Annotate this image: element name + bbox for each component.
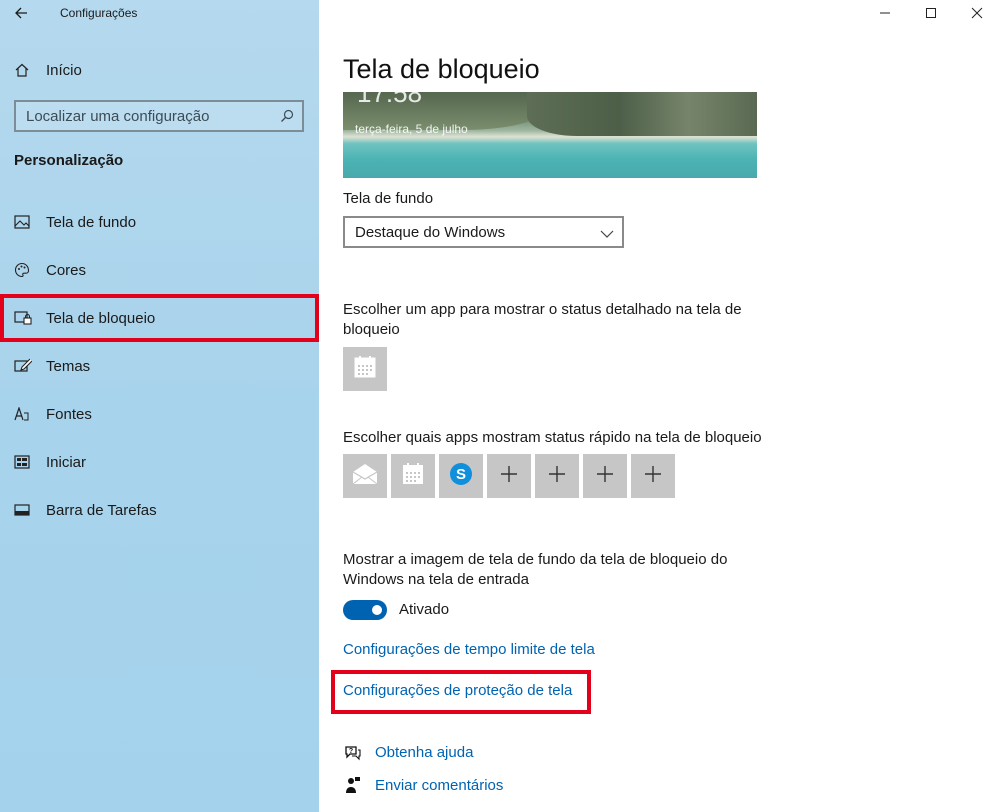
quick-tile-mail[interactable] — [343, 454, 387, 498]
preview-cliff — [527, 92, 757, 136]
help-chat-icon: ? — [343, 745, 363, 761]
main-content: Tela de bloqueio 17:58 terça-feira, 5 de… — [331, 0, 983, 812]
search-icon[interactable] — [280, 109, 294, 128]
sidebar-item-background[interactable]: Tela de fundo — [0, 198, 319, 246]
sidebar-item-taskbar[interactable]: Barra de Tarefas — [0, 486, 319, 534]
sidebar-item-label: Tela de bloqueio — [46, 309, 156, 327]
taskbar-icon — [14, 504, 32, 516]
sidebar-item-fonts[interactable]: Fontes — [0, 390, 319, 438]
font-icon — [14, 407, 32, 421]
skype-icon: S — [449, 462, 473, 491]
lock-screen-icon — [14, 311, 32, 325]
svg-text:S: S — [456, 466, 466, 483]
title-bar: Configurações — [0, 0, 319, 26]
get-help-link[interactable]: Obtenha ajuda — [375, 744, 473, 761]
paint-brush-icon — [14, 358, 32, 374]
quick-tile-calendar[interactable] — [391, 454, 435, 498]
search-input[interactable] — [26, 107, 271, 125]
background-label: Tela de fundo — [343, 190, 434, 207]
preview-date: terça-feira, 5 de julho — [355, 122, 468, 136]
sidebar-item-label: Fontes — [46, 405, 92, 423]
show-background-toggle[interactable] — [343, 600, 387, 620]
section-title: Personalização — [14, 152, 124, 169]
quick-tile-add-4[interactable] — [631, 454, 675, 498]
chevron-down-icon — [600, 226, 614, 243]
sidebar-item-label: Iniciar — [46, 453, 87, 471]
quick-status-text: Escolher quais apps mostram status rápid… — [343, 429, 762, 446]
plus-icon — [548, 465, 566, 488]
lock-screen-preview: 17:58 terça-feira, 5 de julho — [343, 92, 757, 178]
palette-icon — [14, 262, 32, 278]
quick-tile-add-2[interactable] — [535, 454, 579, 498]
sidebar-item-start[interactable]: Iniciar — [0, 438, 319, 486]
sidebar-item-label: Barra de Tarefas — [46, 501, 157, 519]
plus-icon — [500, 465, 518, 488]
background-select[interactable]: Destaque do Windows — [343, 216, 624, 248]
screensaver-settings-link[interactable]: Configurações de proteção de tela — [343, 682, 572, 699]
home-label: Início — [46, 61, 82, 79]
sidebar-item-lock-screen[interactable]: Tela de bloqueio — [0, 294, 319, 342]
app-title: Configurações — [60, 6, 138, 20]
nav-list: Tela de fundo Cores Tela de bloqueio Tem… — [0, 198, 319, 534]
preview-time: 17:58 — [357, 92, 423, 108]
sidebar: Configurações Início Personalização Tela… — [0, 0, 319, 812]
send-feedback-link[interactable]: Enviar comentários — [375, 777, 503, 794]
sidebar-item-themes[interactable]: Temas — [0, 342, 319, 390]
sidebar-item-label: Temas — [46, 357, 91, 375]
back-button[interactable] — [10, 2, 32, 24]
back-arrow-icon — [15, 7, 27, 19]
plus-icon — [596, 465, 614, 488]
get-help-row[interactable]: ? Obtenha ajuda — [343, 744, 473, 761]
start-menu-icon — [14, 455, 32, 469]
detailed-status-text: Escolher um app para mostrar o status de… — [343, 301, 742, 338]
quick-tile-skype[interactable]: S — [439, 454, 483, 498]
sidebar-item-colors[interactable]: Cores — [0, 246, 319, 294]
sidebar-item-home[interactable]: Início — [14, 58, 82, 82]
sidebar-item-label: Cores — [46, 261, 87, 279]
show-background-text: Mostrar a imagem de tela de fundo da tel… — [343, 551, 728, 588]
picture-icon — [14, 215, 32, 229]
mail-icon — [351, 462, 379, 491]
calendar-icon — [401, 462, 425, 491]
plus-icon — [644, 465, 662, 488]
page-title: Tela de bloqueio — [343, 54, 540, 84]
toggle-knob — [372, 605, 382, 615]
feedback-row[interactable]: Enviar comentários — [343, 776, 503, 794]
home-icon — [14, 62, 32, 78]
quick-tile-add-1[interactable] — [487, 454, 531, 498]
detailed-status-tile[interactable] — [343, 347, 387, 391]
svg-text:?: ? — [349, 748, 353, 755]
background-select-value: Destaque do Windows — [355, 223, 506, 241]
quick-tile-add-3[interactable] — [583, 454, 627, 498]
toggle-state-label: Ativado — [399, 601, 450, 618]
sidebar-item-label: Tela de fundo — [46, 213, 137, 231]
search-box[interactable] — [14, 100, 304, 132]
calendar-icon — [353, 355, 377, 384]
feedback-person-icon — [343, 776, 363, 794]
screen-timeout-link[interactable]: Configurações de tempo limite de tela — [343, 641, 595, 658]
